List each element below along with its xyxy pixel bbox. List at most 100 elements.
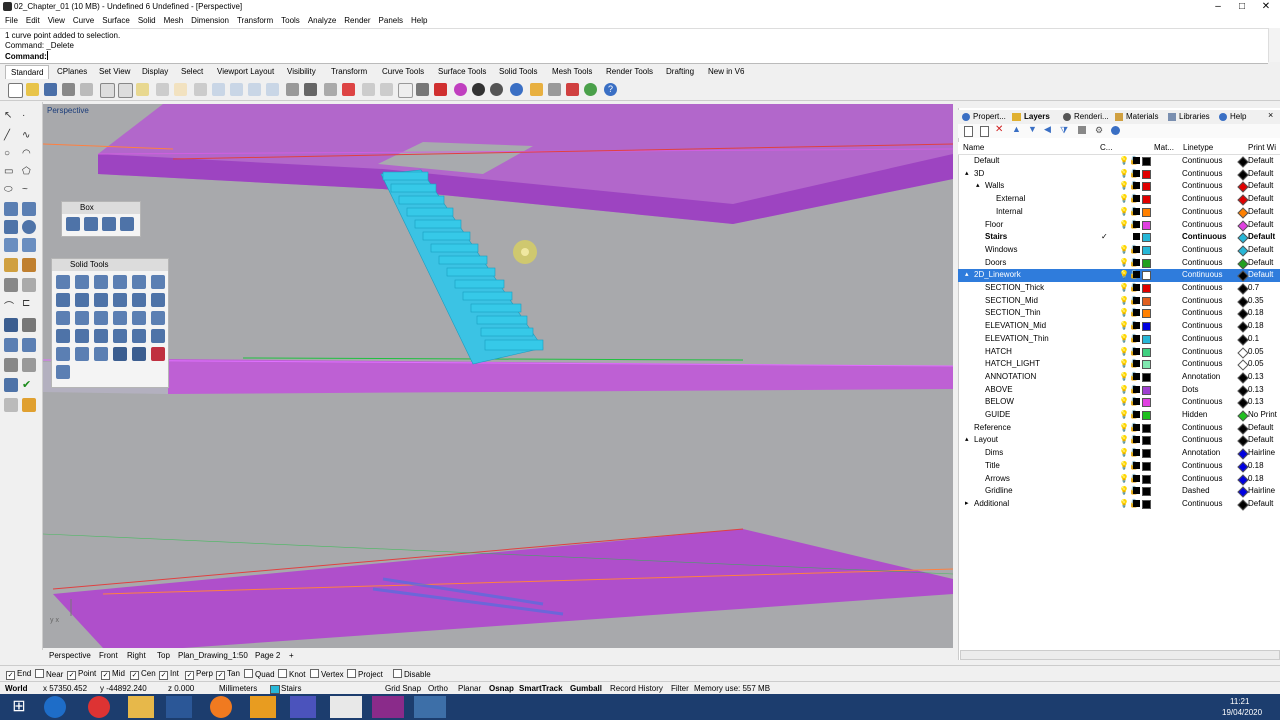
layer-linetype[interactable]: Continuous bbox=[1182, 321, 1222, 330]
print-color-icon[interactable] bbox=[1237, 334, 1249, 346]
array-icon[interactable] bbox=[4, 338, 18, 352]
rendered-sphere-icon[interactable] bbox=[490, 83, 503, 96]
shaded-sphere-icon[interactable] bbox=[472, 83, 485, 96]
menu-view[interactable]: View bbox=[48, 14, 65, 28]
print-icon[interactable] bbox=[62, 83, 75, 96]
new-file-icon[interactable] bbox=[8, 83, 23, 98]
layer-material-icon[interactable] bbox=[1133, 385, 1140, 393]
menu-mesh[interactable]: Mesh bbox=[164, 14, 184, 28]
osnap-disable[interactable]: Disable bbox=[393, 669, 431, 679]
maximize-icon[interactable]: □ bbox=[1230, 0, 1254, 14]
expand-icon[interactable]: ▸ bbox=[965, 499, 969, 507]
layer-color-swatch[interactable] bbox=[1142, 385, 1151, 395]
layer-material-icon[interactable] bbox=[1133, 398, 1140, 406]
layer-print-width[interactable]: 0.18 bbox=[1248, 321, 1264, 330]
layer-linetype[interactable]: Continuous bbox=[1182, 270, 1222, 279]
layer-material-icon[interactable] bbox=[1133, 296, 1140, 304]
zoom-extents-icon[interactable] bbox=[248, 83, 261, 96]
layer-row[interactable]: Gridline💡🔓DashedHairline bbox=[958, 485, 1280, 498]
layer-color-swatch[interactable] bbox=[1142, 360, 1151, 370]
new-sublayer-icon[interactable] bbox=[980, 126, 989, 137]
layer-color-swatch[interactable] bbox=[1142, 487, 1151, 497]
solid-tool-icon[interactable] bbox=[113, 293, 127, 307]
print-color-icon[interactable] bbox=[1237, 499, 1249, 511]
layer-name[interactable]: SECTION_Mid bbox=[985, 296, 1038, 305]
box-tool-icon[interactable] bbox=[84, 217, 98, 231]
tab-properties[interactable]: Propert... bbox=[973, 112, 1006, 121]
layer-name[interactable]: ANNOTATION bbox=[985, 372, 1036, 381]
layer-visible-bulb-icon[interactable]: 💡 bbox=[1119, 169, 1129, 178]
properties-icon[interactable] bbox=[434, 83, 447, 96]
layer-linetype[interactable]: Dashed bbox=[1182, 486, 1210, 495]
expand-icon[interactable]: ▴ bbox=[965, 169, 969, 177]
osnap-point[interactable]: ✓ Point bbox=[67, 669, 96, 680]
layer-linetype[interactable]: Annotation bbox=[1182, 372, 1220, 381]
print-color-icon[interactable] bbox=[1237, 410, 1249, 422]
solid-tool-icon[interactable] bbox=[75, 275, 89, 289]
layer-color-swatch[interactable] bbox=[1142, 347, 1151, 357]
layer-material-icon[interactable] bbox=[1133, 474, 1140, 482]
gumball-toggle[interactable]: Gumball bbox=[570, 684, 602, 693]
layer-visible-bulb-icon[interactable]: 💡 bbox=[1119, 283, 1129, 292]
tab-libraries[interactable]: Libraries bbox=[1179, 112, 1210, 121]
sphere-icon[interactable] bbox=[22, 220, 36, 234]
print-color-icon[interactable] bbox=[1237, 207, 1249, 219]
layer-visible-bulb-icon[interactable]: 💡 bbox=[1119, 296, 1129, 305]
copy-icon[interactable] bbox=[118, 83, 133, 98]
layer-name[interactable]: GUIDE bbox=[985, 410, 1010, 419]
osnap-mid[interactable]: ✓ Mid bbox=[101, 669, 125, 680]
surface-icon[interactable] bbox=[4, 202, 18, 216]
layer-visible-bulb-icon[interactable]: 💡 bbox=[1119, 372, 1129, 381]
layer-material-icon[interactable] bbox=[1133, 182, 1140, 190]
rectangle-icon[interactable]: ▭ bbox=[4, 166, 18, 180]
layer-print-width[interactable]: Default bbox=[1248, 232, 1275, 241]
analyze-icon[interactable] bbox=[4, 378, 18, 392]
layer-color-swatch[interactable] bbox=[1142, 296, 1151, 306]
freeform-icon[interactable]: ~ bbox=[22, 184, 36, 198]
tab-materials[interactable]: Materials bbox=[1126, 112, 1158, 121]
render-light-icon[interactable] bbox=[22, 398, 36, 412]
cplane-label[interactable]: World bbox=[5, 684, 28, 693]
layer-visible-bulb-icon[interactable]: 💡 bbox=[1119, 385, 1129, 394]
layer-color-swatch[interactable] bbox=[1142, 245, 1151, 255]
osnap-project[interactable]: Project bbox=[347, 669, 383, 679]
arc-icon[interactable]: ◠ bbox=[22, 148, 36, 162]
solid-tool-icon[interactable] bbox=[113, 329, 127, 343]
circle-icon[interactable]: ○ bbox=[4, 148, 18, 162]
layer-material-icon[interactable] bbox=[1133, 207, 1140, 215]
layer-linetype[interactable]: Continuous bbox=[1182, 461, 1222, 470]
layer-linetype[interactable]: Continuous bbox=[1182, 232, 1226, 241]
layer-print-width[interactable]: Default bbox=[1248, 499, 1273, 508]
layer-color-swatch[interactable] bbox=[1142, 398, 1151, 408]
layer-color-swatch[interactable] bbox=[1142, 411, 1151, 420]
tab-help[interactable]: Help bbox=[1230, 112, 1246, 121]
tab-cplanes[interactable]: CPlanes bbox=[57, 67, 87, 76]
solid-tool-icon[interactable] bbox=[94, 275, 108, 289]
print-color-icon[interactable] bbox=[1237, 359, 1249, 371]
window-taskbar-icon[interactable] bbox=[414, 696, 446, 718]
viewport-tab-right[interactable]: Right bbox=[127, 651, 146, 660]
layer-visible-bulb-icon[interactable]: 💡 bbox=[1119, 448, 1129, 457]
print-color-icon[interactable] bbox=[1237, 346, 1249, 359]
layer-name[interactable]: Additional bbox=[974, 499, 1009, 508]
layer-row[interactable]: Default💡🔓ContinuousDefault bbox=[958, 155, 1280, 168]
layer-print-width[interactable]: Default bbox=[1248, 207, 1273, 216]
osnap-knot[interactable]: Knot bbox=[278, 669, 305, 679]
layer-visible-bulb-icon[interactable]: 💡 bbox=[1119, 435, 1129, 444]
solid-tool-icon[interactable] bbox=[132, 275, 146, 289]
solid-tool-icon[interactable] bbox=[56, 365, 70, 379]
layer-visible-bulb-icon[interactable]: 💡 bbox=[1119, 308, 1129, 317]
solid-tool-icon[interactable] bbox=[56, 329, 70, 343]
move-down-icon[interactable]: ▼ bbox=[1028, 124, 1037, 134]
solid-tool-icon[interactable] bbox=[56, 347, 70, 361]
solid-tool-icon[interactable] bbox=[132, 347, 146, 361]
solid-tool-icon[interactable] bbox=[94, 329, 108, 343]
column-material[interactable]: Mat... bbox=[1154, 143, 1174, 152]
layer-row[interactable]: ▸Additional💡🔓ContinuousDefault bbox=[958, 498, 1280, 511]
layer-material-icon[interactable] bbox=[1133, 334, 1140, 342]
paste-icon[interactable] bbox=[136, 83, 149, 96]
solid-tool-icon[interactable] bbox=[151, 293, 165, 307]
tab-render-tools[interactable]: Render Tools bbox=[606, 67, 653, 76]
panel-close-icon[interactable]: × bbox=[1268, 110, 1273, 120]
layer-print-width[interactable]: Default bbox=[1248, 220, 1273, 229]
